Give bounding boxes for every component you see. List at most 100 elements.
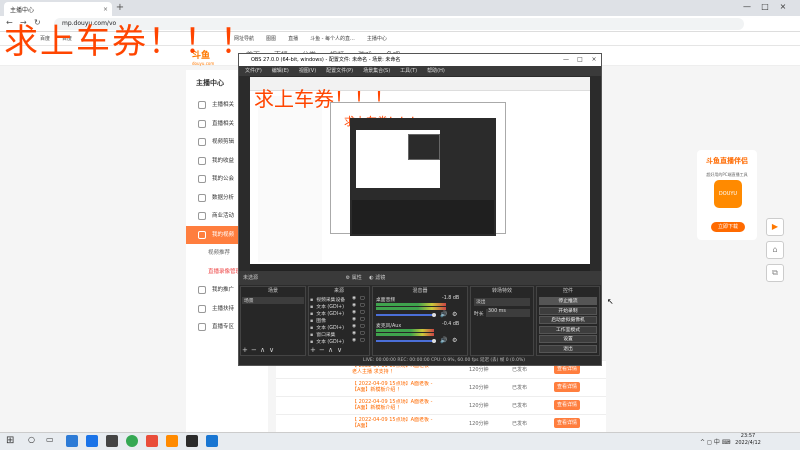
lock-icon[interactable]: ▢ [360, 317, 365, 322]
obs-maximize-icon[interactable]: □ [574, 54, 586, 66]
app-icon[interactable] [146, 435, 158, 447]
bookmark-item[interactable]: 斗鱼 - 每个人的直... [310, 35, 355, 42]
file-explorer-icon[interactable] [66, 435, 78, 447]
video-title-link[interactable]: 【 2022-04-09 15点场】A面老板 - 【A面】 [352, 417, 436, 431]
duration-input[interactable]: 300 ms [486, 309, 530, 317]
bookmark-item[interactable]: 图图 [266, 35, 276, 42]
source-item[interactable]: ▪ 视频采集设备 ◉ ▢ [310, 296, 368, 303]
control-button[interactable]: 工作室模式 [539, 325, 597, 334]
app-icon-2[interactable] [206, 435, 218, 447]
settings-icon[interactable]: ⚙ [452, 337, 457, 344]
sources-toolbar-icon[interactable]: − [319, 346, 325, 354]
edge-icon[interactable] [86, 435, 98, 447]
filters-button[interactable]: 滤镜 [375, 275, 385, 281]
sidebar-item-label: 视频剪辑 [212, 139, 235, 145]
obs-app-icon[interactable] [186, 435, 198, 447]
lock-icon[interactable]: ▢ [360, 296, 365, 301]
mixer-channel-name: 桌面音频 [376, 298, 396, 303]
source-item[interactable]: ▪ 窗口采集 ◉ ▢ [310, 331, 368, 338]
transition-select[interactable]: 淡出 [474, 298, 530, 306]
scenes-toolbar-icon[interactable]: ∨ [269, 346, 274, 354]
view-details-button[interactable]: 查看详情 [554, 418, 580, 428]
home-icon[interactable]: ⌂ [766, 241, 784, 259]
sources-toolbar-icon[interactable]: + [310, 346, 316, 354]
obs-menu-item[interactable]: 文件(F) [245, 66, 262, 76]
download-button[interactable]: 立即下载 [711, 222, 745, 232]
douyu-taskbar-icon[interactable] [166, 435, 178, 447]
view-details-button[interactable]: 查看详情 [554, 400, 580, 410]
search-icon[interactable]: ○ [28, 435, 40, 447]
source-item[interactable]: ▪ 文本 (GDI+) ◉ ▢ [310, 338, 368, 345]
source-item[interactable]: ▪ 文本 (GDI+) ◉ ▢ [310, 324, 368, 331]
bookmark-item[interactable]: 主播中心 [367, 35, 387, 42]
screenshot-icon[interactable]: ⧉ [766, 264, 784, 282]
sidebar-item-icon [198, 101, 206, 109]
taskbar-clock[interactable]: 23:57 2022/4/12 [730, 433, 766, 447]
visibility-icon[interactable]: ◉ [352, 310, 356, 315]
sources-toolbar-icon[interactable]: ∧ [328, 346, 333, 354]
maximize-button[interactable]: □ [758, 2, 772, 11]
obs-menu-item[interactable]: 视图(V) [299, 66, 316, 76]
visibility-icon[interactable]: ◉ [352, 324, 356, 329]
volume-slider[interactable] [376, 314, 436, 316]
close-button[interactable]: × [776, 2, 790, 11]
scenes-toolbar-icon[interactable]: ∧ [260, 346, 265, 354]
obs-menu-item[interactable]: 编辑(E) [272, 66, 289, 76]
source-item[interactable]: ▪ 文本 (GDI+) ◉ ▢ [310, 310, 368, 317]
lock-icon[interactable]: ▢ [360, 303, 365, 308]
play-icon[interactable]: ▶ [766, 218, 784, 236]
lock-icon[interactable]: ▢ [360, 324, 365, 329]
table-row: 【 2022-04-09 15点场】A面老板 - 【A面】新模板介绍 ！ 120分… [276, 396, 606, 413]
ad-title: 斗鱼直播伴侣 [706, 157, 748, 165]
obs-menu-item[interactable]: 配置文件(P) [326, 66, 353, 76]
scene-item[interactable]: 场景 [242, 297, 304, 304]
lock-icon[interactable]: ▢ [360, 331, 365, 336]
view-details-button[interactable]: 查看详情 [554, 382, 580, 392]
video-title-link[interactable]: 【 2022-04-09 15点场】A面老板 - 【A面】新模板介绍 ！ [352, 399, 436, 413]
visibility-icon[interactable]: ◉ [352, 331, 356, 336]
control-button[interactable]: 启动虚拟摄像机 [539, 316, 597, 324]
source-item[interactable]: ▪ 图像 ◉ ▢ [310, 317, 368, 324]
sources-toolbar-icon[interactable]: ∨ [337, 346, 342, 354]
obs-menu-item[interactable]: 工具(T) [400, 66, 417, 76]
windows-start-icon[interactable]: ⊞ [6, 435, 18, 447]
visibility-icon[interactable]: ◉ [352, 317, 356, 322]
bookmark-item[interactable]: 直播 [288, 35, 298, 42]
source-label: 文本 (GDI+) [316, 340, 344, 345]
video-title-link[interactable]: 【 2022-04-09 15点场】A面老板 - 【A面】新模板介绍 ！ [352, 381, 436, 395]
lock-icon[interactable]: ▢ [360, 338, 365, 343]
control-button[interactable]: 退出 [539, 344, 597, 353]
task-view-icon[interactable]: ▭ [46, 435, 58, 447]
properties-button[interactable]: 属性 [352, 275, 362, 281]
volume-knob[interactable] [432, 313, 436, 317]
obs-taskbar-icon[interactable] [106, 435, 118, 447]
control-button[interactable]: 设置 [539, 335, 597, 343]
minimize-button[interactable]: — [740, 2, 754, 11]
speaker-icon[interactable]: 🔊 [440, 311, 447, 318]
tab-close-icon[interactable]: × [103, 6, 108, 13]
obs-menu-item[interactable]: 帮助(H) [427, 66, 445, 76]
obs-menu-item[interactable]: 场景集合(S) [363, 66, 390, 76]
sidebar-item-icon [198, 230, 206, 239]
lock-icon[interactable]: ▢ [360, 310, 365, 315]
chrome-icon[interactable] [126, 435, 138, 447]
volume-knob[interactable] [432, 339, 436, 343]
scenes-toolbar-icon[interactable]: + [242, 346, 248, 354]
scenes-toolbar-icon[interactable]: − [251, 346, 257, 354]
control-button[interactable]: 开始录制 [539, 306, 597, 315]
table-row: 【 2022-04-09 15点场】A面老板 - 【A面】新模板介绍 ！ 120分… [276, 378, 606, 395]
settings-icon[interactable]: ⚙ [452, 311, 457, 318]
system-tray[interactable]: ^ ◻ 中 ⌨ [700, 437, 730, 446]
volume-slider[interactable] [376, 340, 436, 342]
new-tab-button[interactable]: + [114, 2, 126, 13]
control-button[interactable]: 停止推流 [539, 297, 597, 305]
visibility-icon[interactable]: ◉ [352, 338, 356, 343]
obs-minimize-icon[interactable]: — [560, 54, 572, 66]
source-item[interactable]: ▪ 文本 (GDI+) ◉ ▢ [310, 303, 368, 310]
gear-icon[interactable]: ⚙ [346, 275, 350, 281]
obs-close-icon[interactable]: × [588, 54, 600, 66]
filter-icon[interactable]: ◐ [369, 275, 373, 281]
speaker-icon[interactable]: 🔊 [440, 337, 447, 344]
visibility-icon[interactable]: ◉ [352, 296, 356, 301]
visibility-icon[interactable]: ◉ [352, 303, 356, 308]
